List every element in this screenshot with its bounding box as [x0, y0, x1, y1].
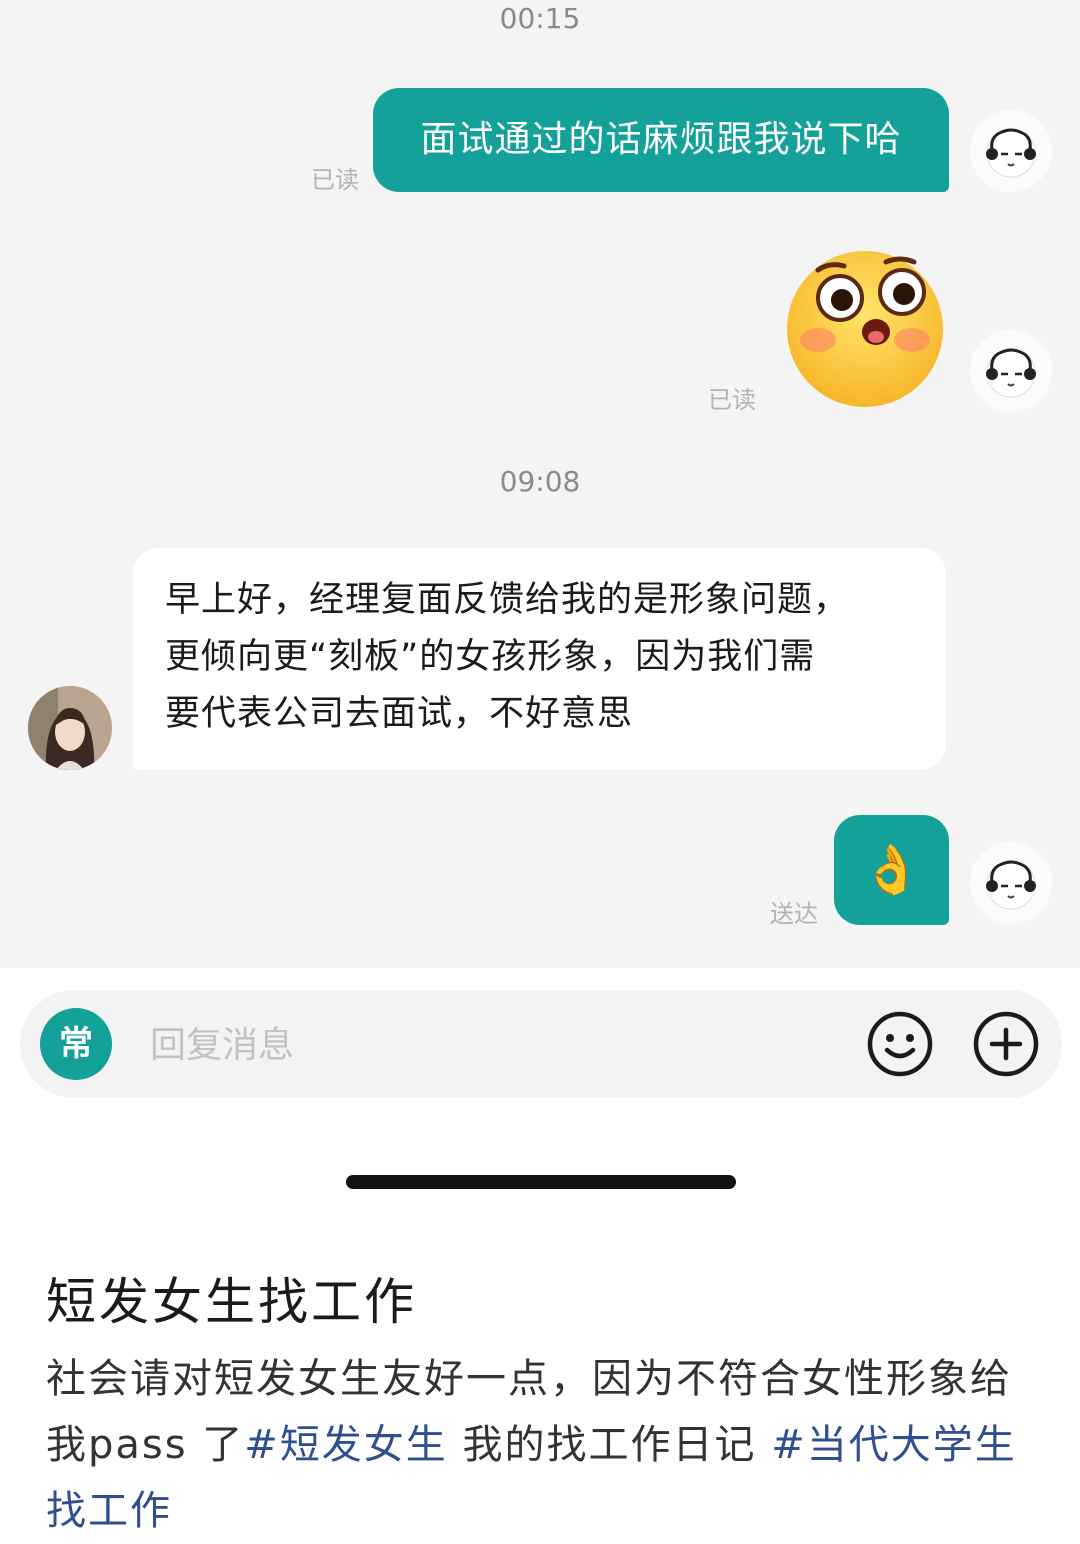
person-avatar-icon [28, 686, 112, 770]
hashtag-link[interactable]: #短发女生 [244, 1422, 448, 1468]
cartoon-avatar-icon [986, 860, 1036, 910]
delivered-status: 送达 [770, 900, 818, 928]
plus-circle-icon[interactable] [972, 1010, 1040, 1078]
post-title: 短发女生找工作 [46, 1273, 417, 1331]
message-bubble-incoming[interactable]: 早上好，经理复面反馈给我的是形象问题， 更倾向更“刻板”的女孩形象，因为我们需 … [133, 548, 946, 770]
cartoon-avatar-icon [986, 348, 1036, 398]
reply-bar: 常 [20, 990, 1062, 1098]
surprised-face-emoji[interactable] [784, 248, 946, 410]
frequent-phrases-button[interactable]: 常 [40, 1008, 112, 1080]
reply-input[interactable] [148, 1018, 812, 1072]
home-indicator [346, 1175, 736, 1189]
message-bubble-outgoing[interactable]: 👌 [834, 815, 949, 925]
my-avatar[interactable] [970, 330, 1052, 412]
chat-area: 00:15 已读 面试通过的话麻烦跟我说下哈 已读 09:08 早上好，经理复面… [0, 0, 1080, 968]
timestamp: 09:08 [499, 465, 581, 498]
ok-hand-emoji: 👌 [861, 842, 922, 898]
contact-avatar[interactable] [28, 686, 112, 770]
message-line: 更倾向更“刻板”的女孩形象，因为我们需 [165, 637, 816, 677]
message-bubble-outgoing[interactable]: 面试通过的话麻烦跟我说下哈 [373, 88, 949, 192]
cartoon-avatar-icon [986, 128, 1036, 178]
message-line: 要代表公司去面试，不好意思 [165, 694, 634, 734]
post-body: 社会请对短发女生友好一点，因为不符合女性形象给我pass 了#短发女生 我的找工… [46, 1346, 1046, 1544]
message-line: 早上好，经理复面反馈给我的是形象问题， [165, 580, 850, 620]
timestamp: 00:15 [499, 2, 581, 35]
smiley-icon[interactable] [866, 1010, 934, 1078]
my-avatar[interactable] [970, 110, 1052, 192]
read-status: 已读 [311, 166, 359, 194]
my-avatar[interactable] [970, 842, 1052, 924]
read-status: 已读 [708, 386, 756, 414]
post-text: 我的找工作日记 [447, 1422, 772, 1468]
